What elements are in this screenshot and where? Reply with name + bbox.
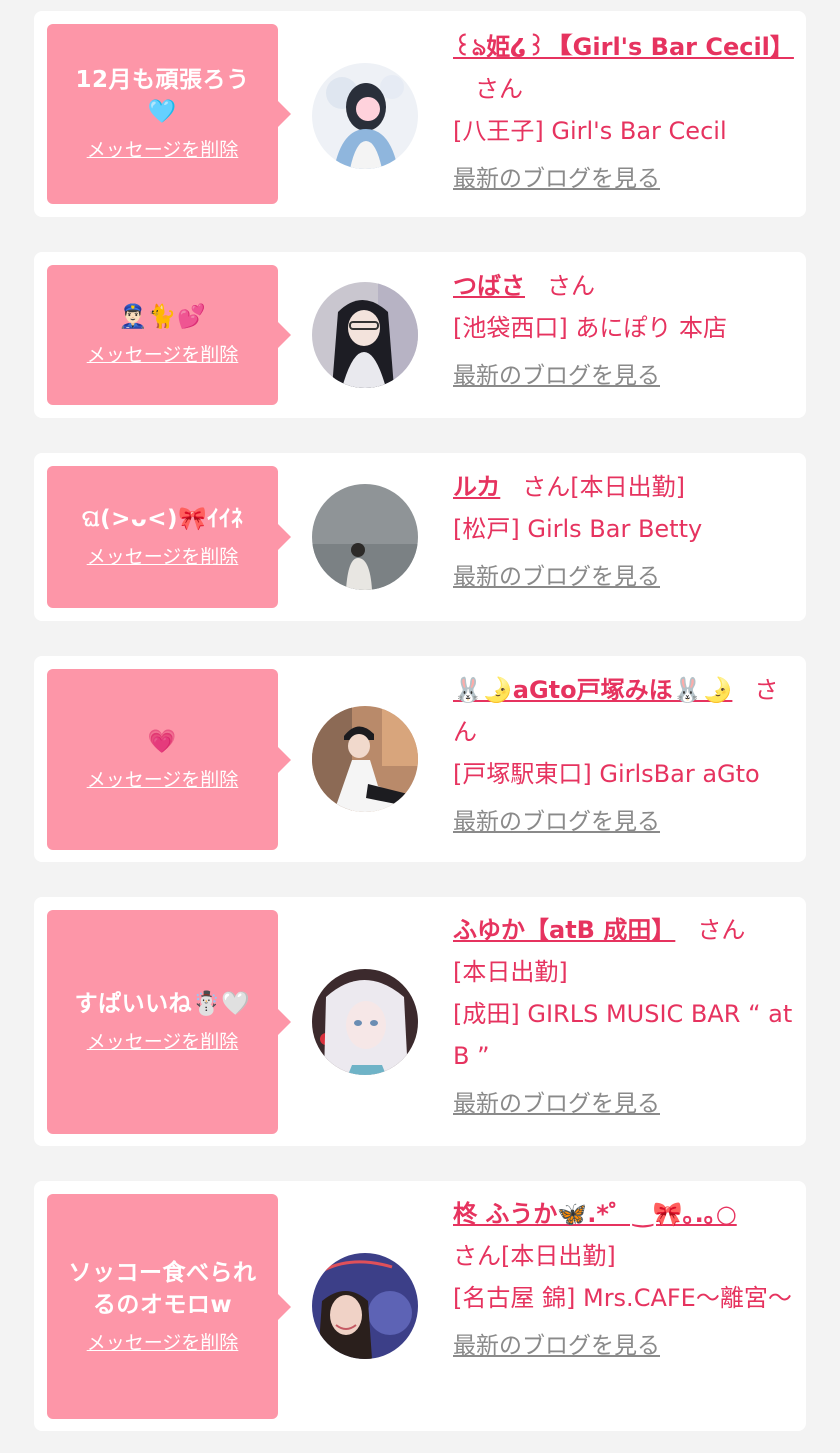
- honorific: さん: [697, 916, 746, 944]
- user-name-link[interactable]: 柊 ふうか🦋.*゜‿🎀｡.｡○: [453, 1200, 737, 1228]
- shop-area: [名古屋 錦] Mrs.CAFE〜離宮〜: [453, 1284, 792, 1312]
- message-bubble: 12月も頑張ろう 🩵 メッセージを削除: [47, 24, 291, 204]
- message-text: 12月も頑張ろう 🩵: [75, 67, 250, 125]
- status-badge: [本日出勤]: [570, 473, 686, 501]
- message-bubble: 👮🏻‍♂️🐈💕 メッセージを削除: [47, 265, 291, 405]
- shop-area: [成田] GIRLS MUSIC BAR “ at B ”: [453, 1000, 793, 1070]
- message-bubble: ଘ(>ᴗ<)🎀ｲｲﾈ メッセージを削除: [47, 466, 291, 608]
- latest-blog-link[interactable]: 最新のブログを見る: [453, 1325, 660, 1367]
- user-name-link[interactable]: 🐰🌛aGto戸塚みほ🐰🌛: [453, 676, 732, 704]
- honorific: さん: [522, 473, 571, 501]
- message-text: すぱいいね☃️🤍: [74, 991, 251, 1017]
- message-bubble: 💗 メッセージを削除: [47, 669, 291, 850]
- message-text: ソッコー食べられ るのオモロw: [68, 1259, 257, 1318]
- user-name-link[interactable]: ふゆか【atB 成田】: [453, 916, 675, 944]
- latest-blog-link[interactable]: 最新のブログを見る: [453, 158, 660, 200]
- user-info: 🐰🌛aGto戸塚みほ🐰🌛 さん [戸塚駅東口] GirlsBar aGto 最新の…: [453, 669, 793, 843]
- user-name-link[interactable]: ꒰ঌ姫໒꒱ 【Girl's Bar Cecil】: [453, 33, 794, 61]
- user-name-link[interactable]: つばさ: [453, 272, 525, 300]
- list-item: ソッコー食べられ るのオモロw メッセージを削除 柊 ふうか🦋.*゜‿🎀｡.｡○…: [34, 1181, 806, 1431]
- latest-blog-link[interactable]: 最新のブログを見る: [453, 355, 660, 397]
- latest-blog-link[interactable]: 最新のブログを見る: [453, 556, 660, 598]
- status-badge: [本日出勤]: [453, 958, 568, 986]
- delete-message-link[interactable]: メッセージを削除: [87, 341, 239, 369]
- shop-area: [八王子] Girl's Bar Cecil: [453, 117, 727, 145]
- avatar[interactable]: [312, 484, 418, 590]
- delete-message-link[interactable]: メッセージを削除: [87, 543, 239, 571]
- avatar[interactable]: [312, 1253, 418, 1359]
- message-text: ଘ(>ᴗ<)🎀ｲｲﾈ: [81, 506, 244, 532]
- avatar[interactable]: [312, 969, 418, 1075]
- message-list: 12月も頑張ろう 🩵 メッセージを削除 ꒰ঌ姫໒꒱ 【Girl's Bar Ce…: [0, 0, 840, 1453]
- avatar[interactable]: [312, 706, 418, 812]
- message-text: 👮🏻‍♂️🐈💕: [118, 304, 207, 330]
- list-item: ଘ(>ᴗ<)🎀ｲｲﾈ メッセージを削除 ルカ さん[本日出勤] [松戸] Girl…: [34, 453, 806, 621]
- delete-message-link[interactable]: メッセージを削除: [87, 766, 239, 794]
- list-item: すぱいいね☃️🤍 メッセージを削除 ふゆか【atB 成田】 さん [本日出勤] [成…: [34, 897, 806, 1146]
- message-bubble: ソッコー食べられ るのオモロw メッセージを削除: [47, 1194, 291, 1419]
- user-info: ふゆか【atB 成田】 さん [本日出勤] [成田] GIRLS MUSIC BAR…: [453, 909, 793, 1125]
- delete-message-link[interactable]: メッセージを削除: [87, 1028, 239, 1056]
- honorific: さん: [475, 75, 523, 103]
- user-info: ルカ さん[本日出勤] [松戸] Girls Bar Betty 最新のブログを見…: [453, 466, 793, 598]
- user-info: ꒰ঌ姫໒꒱ 【Girl's Bar Cecil】さん [八王子] Girl's …: [453, 26, 794, 200]
- status-badge: [本日出勤]: [501, 1242, 616, 1270]
- shop-area: [池袋西口] あにぽり 本店: [453, 314, 727, 342]
- delete-message-link[interactable]: メッセージを削除: [87, 1329, 239, 1357]
- shop-area: [戸塚駅東口] GirlsBar aGto: [453, 760, 760, 788]
- user-name-link[interactable]: ルカ: [453, 473, 500, 501]
- user-info: つばさ さん [池袋西口] あにぽり 本店 最新のブログを見る: [453, 265, 793, 397]
- user-info: 柊 ふうか🦋.*゜‿🎀｡.｡○ さん[本日出勤] [名古屋 錦] Mrs.CAFE…: [453, 1193, 793, 1367]
- list-item: 💗 メッセージを削除 🐰🌛aGto戸塚みほ🐰🌛 さん [戸塚駅東口] GirlsB…: [34, 656, 806, 862]
- delete-message-link[interactable]: メッセージを削除: [87, 136, 239, 164]
- avatar[interactable]: [312, 282, 418, 388]
- list-item: 12月も頑張ろう 🩵 メッセージを削除 ꒰ঌ姫໒꒱ 【Girl's Bar Ce…: [34, 11, 806, 217]
- message-bubble: すぱいいね☃️🤍 メッセージを削除: [47, 910, 291, 1134]
- latest-blog-link[interactable]: 最新のブログを見る: [453, 1083, 660, 1125]
- latest-blog-link[interactable]: 最新のブログを見る: [453, 801, 660, 843]
- list-item: 👮🏻‍♂️🐈💕 メッセージを削除 つばさ さん [池袋西口] あにぽり 本店 最新…: [34, 252, 806, 418]
- honorific: さん: [453, 1242, 501, 1270]
- shop-area: [松戸] Girls Bar Betty: [453, 515, 703, 543]
- avatar[interactable]: [312, 63, 418, 169]
- message-text: 💗: [147, 728, 178, 755]
- honorific: さん: [547, 272, 595, 300]
